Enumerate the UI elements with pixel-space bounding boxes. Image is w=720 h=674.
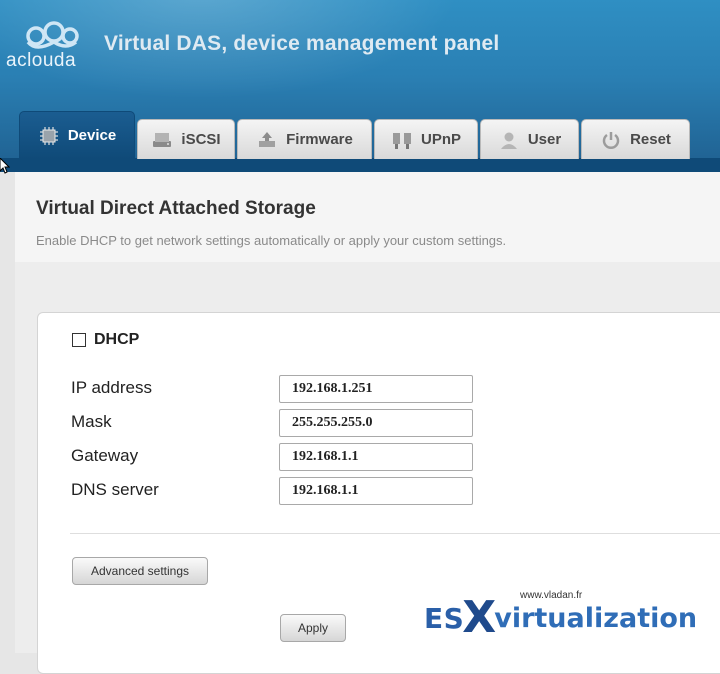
drive-icon	[151, 129, 173, 151]
plug-icon	[391, 129, 413, 151]
gateway-label: Gateway	[71, 446, 139, 465]
logo-text: aclouda	[6, 50, 77, 71]
tab-firmware[interactable]: Firmware	[237, 119, 372, 159]
tab-label: User	[527, 131, 562, 148]
gateway-input[interactable]	[279, 443, 473, 471]
watermark-es: ES	[424, 601, 465, 635]
dhcp-checkbox[interactable]	[72, 333, 86, 347]
tab-label: UPnP	[420, 131, 461, 148]
chip-icon	[38, 125, 60, 147]
watermark-logo: ES X virtualization	[424, 594, 714, 642]
user-icon	[498, 129, 520, 151]
mask-input[interactable]	[279, 409, 473, 437]
ip-address-label: IP address	[71, 378, 152, 397]
watermark-x: X	[462, 592, 497, 643]
section-title: Virtual Direct Attached Storage	[36, 198, 316, 219]
tab-label: Reset	[630, 131, 671, 148]
form-divider	[70, 533, 720, 534]
dhcp-toggle[interactable]: DHCP	[72, 331, 139, 349]
tab-label: Firmware	[286, 131, 353, 148]
advanced-settings-button[interactable]: Advanced settings	[72, 557, 208, 585]
mouse-cursor-icon	[0, 158, 10, 174]
chip-upload-icon	[256, 129, 278, 151]
tab-device[interactable]: Device	[19, 111, 135, 159]
app-title: Virtual DAS, device management panel	[104, 32, 500, 55]
apply-button[interactable]: Apply	[280, 614, 346, 642]
dhcp-label: DHCP	[94, 331, 140, 348]
power-icon	[600, 129, 622, 151]
section-description: Enable DHCP to get network settings auto…	[36, 233, 507, 248]
tabbar-baseline	[0, 158, 720, 172]
tab-upnp[interactable]: UPnP	[374, 119, 478, 159]
tab-reset[interactable]: Reset	[581, 119, 690, 159]
tab-label: iSCSI	[181, 131, 221, 148]
mask-label: Mask	[71, 412, 112, 431]
tab-iscsi[interactable]: iSCSI	[137, 119, 235, 159]
tab-label: Device	[67, 127, 117, 144]
dns-server-input[interactable]	[279, 477, 473, 505]
dns-server-label: DNS server	[71, 480, 159, 499]
watermark-text: virtualization	[494, 602, 698, 634]
tab-user[interactable]: User	[480, 119, 579, 159]
ip-address-input[interactable]	[279, 375, 473, 403]
